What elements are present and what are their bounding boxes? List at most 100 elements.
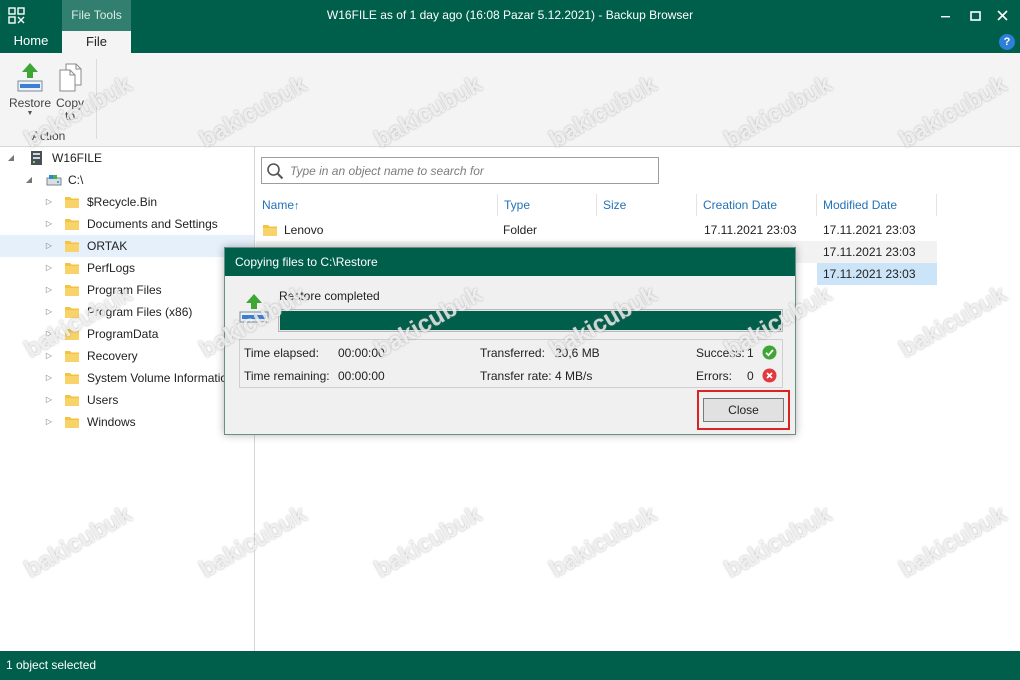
transferred-label: Transferred: bbox=[480, 346, 545, 360]
transferred-value: 20,6 MB bbox=[555, 346, 600, 360]
search-box[interactable] bbox=[261, 157, 659, 184]
ribbon-tab-row: Home File ? bbox=[0, 31, 1020, 53]
copy-to-button[interactable]: Copy to bbox=[52, 61, 88, 131]
help-icon[interactable]: ? bbox=[999, 34, 1015, 50]
tree-item-ortak[interactable]: ▷ ORTAK bbox=[0, 235, 254, 257]
tree-label-drive: C:\ bbox=[68, 173, 84, 187]
success-label: Success: bbox=[696, 346, 745, 360]
tree-label: Program Files bbox=[87, 283, 162, 297]
tree-label: Recovery bbox=[87, 349, 138, 363]
folder-icon bbox=[65, 395, 79, 406]
ribbon-group-divider bbox=[96, 59, 97, 139]
tree-expand-arrow-icon[interactable]: ▷ bbox=[44, 323, 54, 345]
folder-icon bbox=[65, 307, 79, 318]
folder-icon bbox=[65, 351, 79, 362]
column-header-name-label: Name bbox=[262, 198, 295, 212]
success-check-icon bbox=[762, 345, 777, 360]
restore-label: Restore bbox=[8, 96, 52, 110]
folder-icon bbox=[263, 225, 277, 236]
close-window-icon[interactable] bbox=[993, 6, 1013, 26]
tree-label: $Recycle.Bin bbox=[87, 195, 158, 209]
error-x-icon bbox=[762, 368, 777, 383]
tree-expand-arrow-icon[interactable]: ▷ bbox=[44, 411, 54, 433]
folder-icon bbox=[65, 285, 79, 296]
maximize-icon[interactable] bbox=[966, 6, 986, 26]
restore-status-text: Restore completed bbox=[279, 289, 380, 303]
copy-to-label-line2: to bbox=[64, 109, 75, 123]
tree-item-system-volume-information[interactable]: ▷ System Volume Information bbox=[0, 367, 254, 389]
progress-bar-fill bbox=[280, 311, 781, 330]
tree-item-perflogs[interactable]: ▷ PerfLogs bbox=[0, 257, 254, 279]
restore-button[interactable]: Restore ▼ bbox=[8, 61, 52, 131]
tree-item-program-files-x86[interactable]: ▷ Program Files (x86) bbox=[0, 301, 254, 323]
folder-icon bbox=[65, 417, 79, 428]
tree-item-recycle-bin[interactable]: ▷ $Recycle.Bin bbox=[0, 191, 254, 213]
tab-home[interactable]: Home bbox=[0, 31, 62, 53]
copy-icon bbox=[59, 63, 82, 92]
close-button[interactable]: Close bbox=[703, 398, 784, 422]
folder-icon bbox=[65, 373, 79, 384]
dialog-title: Copying files to C:\Restore bbox=[225, 248, 795, 276]
file-modified-date: 17.11.2021 23:03 bbox=[823, 267, 916, 281]
tree-label: Windows bbox=[87, 415, 136, 429]
search-icon bbox=[267, 163, 284, 180]
tree-expand-arrow-icon[interactable]: ▷ bbox=[44, 345, 54, 367]
copy-progress-dialog: Copying files to C:\Restore Restore comp… bbox=[224, 247, 796, 435]
dropdown-caret-icon: ▼ bbox=[26, 110, 34, 117]
tree-label: Program Files (x86) bbox=[87, 305, 193, 319]
tree-expand-arrow-icon[interactable]: ▷ bbox=[44, 389, 54, 411]
transfer-rate-label: Transfer rate: bbox=[480, 369, 552, 383]
file-type: Folder bbox=[503, 223, 538, 237]
tree-node-drive[interactable]: ◢ C:\ bbox=[0, 169, 254, 191]
tree-item-windows[interactable]: ▷ Windows bbox=[0, 411, 254, 433]
restore-icon bbox=[17, 63, 43, 92]
folder-icon bbox=[65, 329, 79, 340]
tree-node-server[interactable]: ◢ W16FILE bbox=[0, 147, 254, 169]
title-bar: File Tools W16FILE as of 1 day ago (16:0… bbox=[0, 0, 1020, 31]
search-input[interactable] bbox=[290, 161, 650, 180]
file-row[interactable]: Lenovo Folder 17.11.2021 23:03 17.11.202… bbox=[256, 219, 937, 241]
column-header-creation-date[interactable]: Creation Date bbox=[697, 194, 817, 216]
tree-expand-arrow-icon[interactable]: ▷ bbox=[44, 301, 54, 323]
tree-expand-arrow-icon[interactable]: ▷ bbox=[44, 279, 54, 301]
column-header-type[interactable]: Type bbox=[498, 194, 597, 216]
server-icon bbox=[31, 151, 42, 165]
transfer-stats-panel: Time elapsed: 00:00:00 Time remaining: 0… bbox=[239, 339, 783, 388]
errors-count: 0 bbox=[747, 369, 754, 383]
file-name: Lenovo bbox=[284, 223, 324, 237]
time-elapsed-label: Time elapsed: bbox=[244, 346, 319, 360]
status-bar: 1 object selected bbox=[0, 651, 1020, 680]
tree-expand-arrow-icon[interactable]: ▷ bbox=[44, 257, 54, 279]
tree-item-programdata[interactable]: ▷ ProgramData bbox=[0, 323, 254, 345]
tree-item-documents-and-settings[interactable]: ▷ Documents and Settings bbox=[0, 213, 254, 235]
column-header-name[interactable]: Name↑ bbox=[256, 194, 498, 216]
tree-expand-arrow-icon[interactable]: ▷ bbox=[44, 367, 54, 389]
drive-icon bbox=[46, 175, 62, 186]
tree-collapse-arrow-icon[interactable]: ◢ bbox=[24, 169, 34, 191]
folder-icon bbox=[65, 263, 79, 274]
tree-item-program-files[interactable]: ▷ Program Files bbox=[0, 279, 254, 301]
tree-label: PerfLogs bbox=[87, 261, 136, 275]
sort-ascending-icon: ↑ bbox=[294, 200, 300, 212]
transfer-rate-value: 4 MB/s bbox=[555, 369, 593, 383]
column-header-size[interactable]: Size bbox=[597, 194, 697, 216]
tree-expand-arrow-icon[interactable]: ▷ bbox=[44, 235, 54, 257]
progress-bar bbox=[278, 309, 783, 332]
tab-file[interactable]: File bbox=[62, 31, 131, 53]
ribbon: Restore ▼ Copy to Action bbox=[0, 53, 1020, 147]
success-count: 1 bbox=[747, 346, 754, 360]
tree-item-users[interactable]: ▷ Users bbox=[0, 389, 254, 411]
tree-collapse-arrow-icon[interactable]: ◢ bbox=[6, 147, 16, 169]
time-remaining-label: Time remaining: bbox=[244, 369, 330, 383]
minimize-icon[interactable] bbox=[936, 6, 956, 26]
column-header-modified-date[interactable]: Modified Date bbox=[817, 194, 937, 216]
tree-expand-arrow-icon[interactable]: ▷ bbox=[44, 213, 54, 235]
tree-label: Users bbox=[87, 393, 119, 407]
tree-label: ORTAK bbox=[87, 239, 128, 253]
folder-icon bbox=[65, 241, 79, 252]
time-remaining-value: 00:00:00 bbox=[338, 369, 385, 383]
tree-item-recovery[interactable]: ▷ Recovery bbox=[0, 345, 254, 367]
file-creation-date: 17.11.2021 23:03 bbox=[704, 223, 797, 237]
tree-label: Documents and Settings bbox=[87, 217, 218, 231]
tree-expand-arrow-icon[interactable]: ▷ bbox=[44, 191, 54, 213]
